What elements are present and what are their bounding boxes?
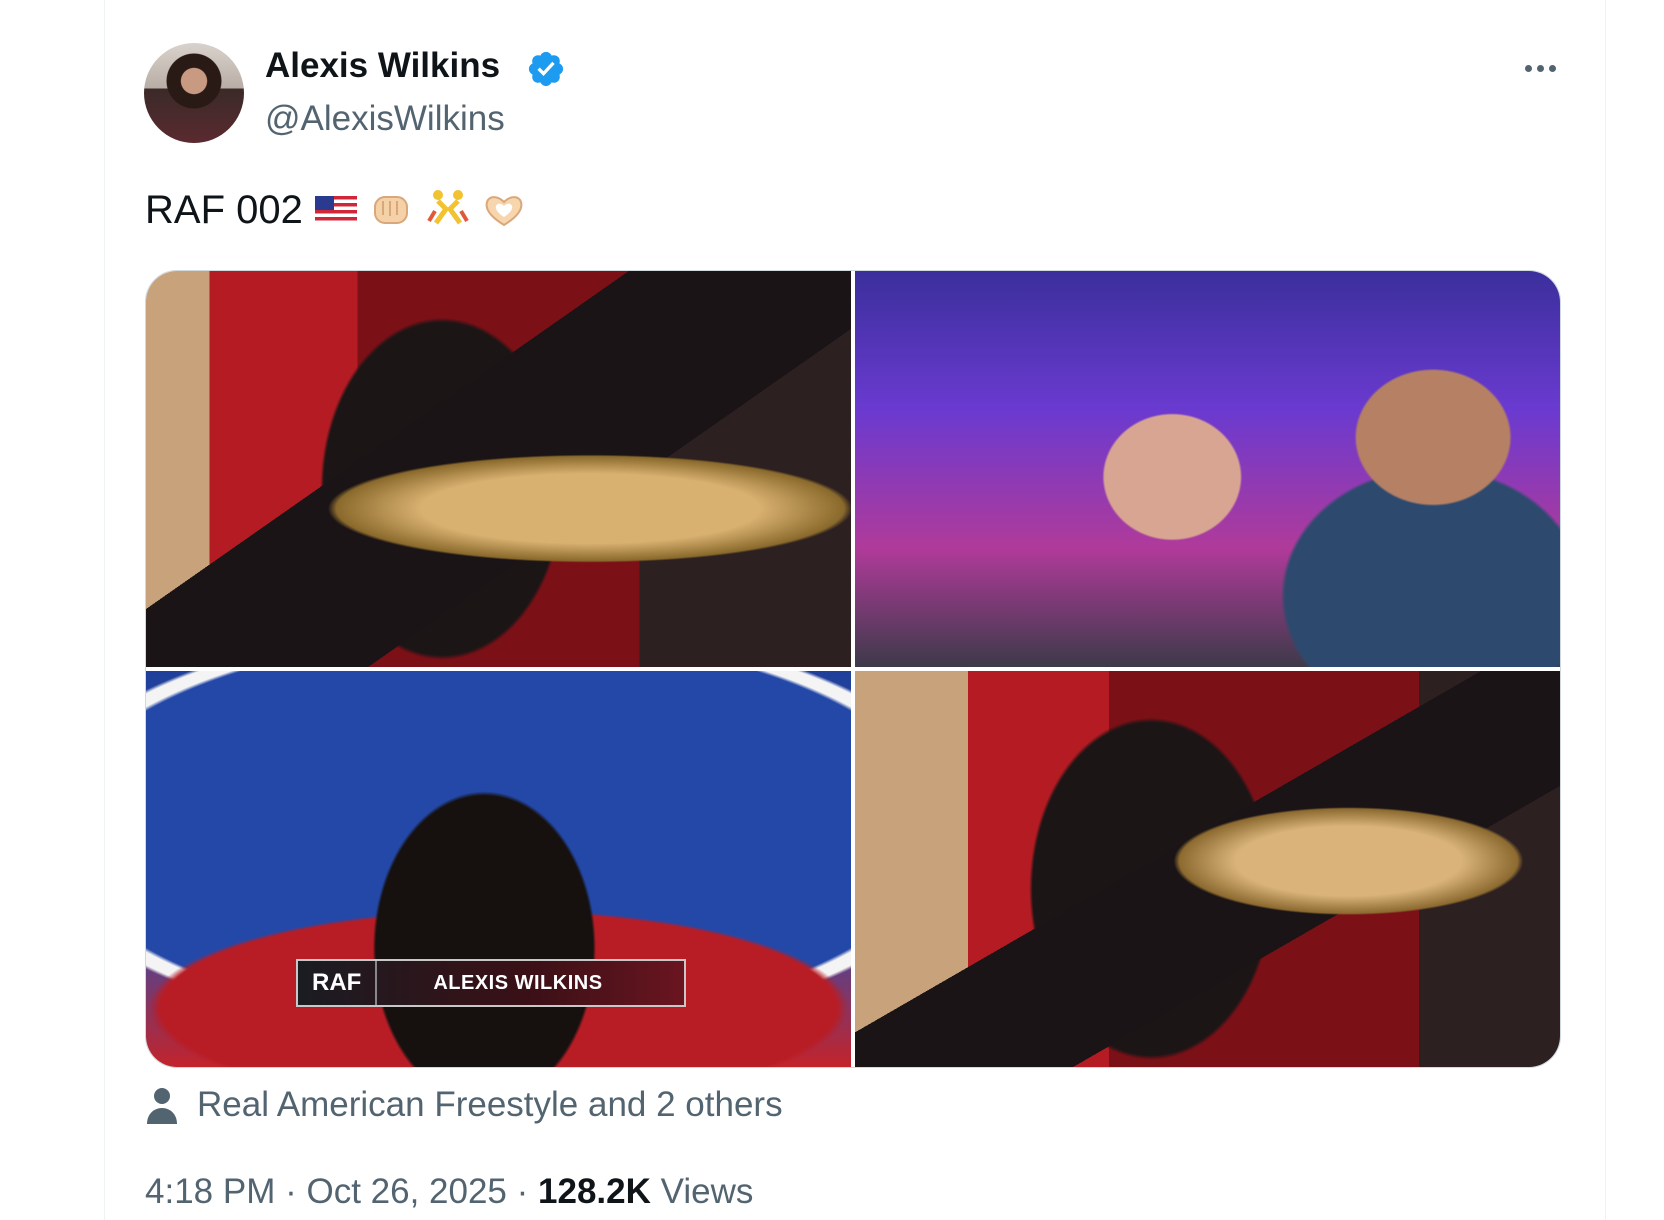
separator: · — [285, 1172, 307, 1211]
tweet-meta: 4:18 PM · Oct 26, 2025 · 128.2K Views — [145, 1170, 753, 1214]
lower-third-name: ALEXIS WILKINS — [433, 971, 603, 994]
photo-3-anthem[interactable]: RAF ALEXIS WILKINS — [146, 671, 851, 1067]
tweet-time[interactable]: 4:18 PM — [145, 1172, 275, 1211]
us-flag-emoji-icon — [314, 196, 357, 224]
separator: · — [516, 1172, 539, 1211]
photo-2-selfie[interactable] — [855, 271, 1560, 667]
verified-badge-icon — [528, 51, 564, 87]
tagged-users-text[interactable]: Real American Freestyle and 2 others — [197, 1085, 783, 1125]
photo-4-belt[interactable] — [855, 671, 1560, 1067]
tweet-date[interactable]: Oct 26, 2025 — [306, 1172, 506, 1211]
heart-hands-emoji-icon — [485, 196, 523, 227]
photo-1-belt[interactable] — [146, 271, 851, 667]
broadcast-lower-third: RAF ALEXIS WILKINS — [296, 959, 686, 1007]
views-label: Views — [660, 1172, 754, 1211]
views-count: 128.2K — [538, 1172, 651, 1211]
fist-bump-emoji-icon — [373, 196, 408, 224]
person-icon — [147, 1088, 177, 1124]
tagged-users-row[interactable]: Real American Freestyle and 2 others — [145, 1085, 783, 1125]
author-handle[interactable]: @AlexisWilkins — [265, 97, 505, 141]
raf-logo: RAF — [298, 961, 378, 1005]
author-name[interactable]: Alexis Wilkins — [265, 44, 500, 88]
tweet-text-content: RAF 002 — [145, 188, 303, 232]
tweet-text: RAF 002 — [145, 185, 527, 235]
avatar[interactable] — [144, 43, 244, 143]
media-grid: RAF ALEXIS WILKINS — [145, 270, 1561, 1068]
wrestlers-emoji-icon — [427, 190, 469, 225]
more-options-icon[interactable] — [1512, 48, 1568, 88]
